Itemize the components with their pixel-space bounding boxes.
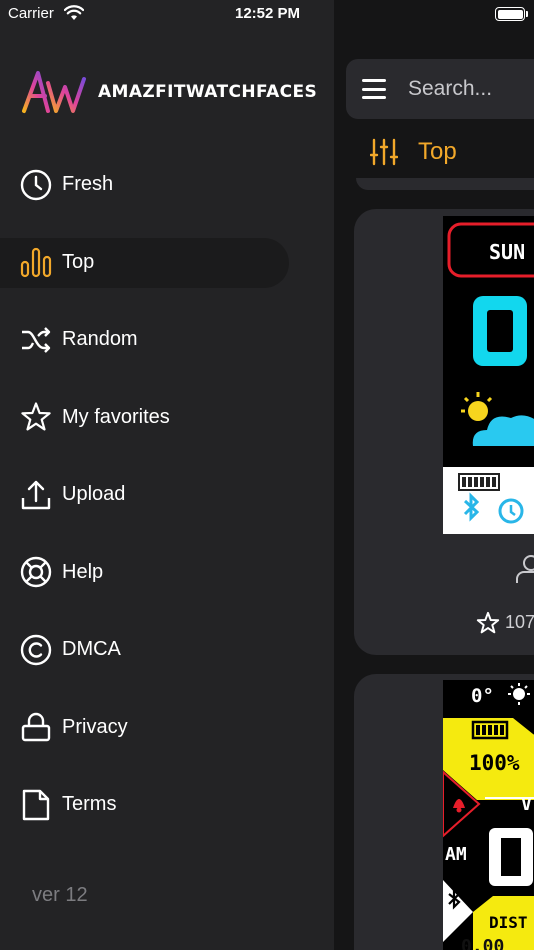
watchface-preview[interactable]: 0° 100% V AM DIST 0.00 bbox=[443, 680, 534, 950]
battery-icon bbox=[495, 7, 525, 21]
brand-name: AMAZFITWATCHFACES bbox=[98, 82, 318, 102]
watchface-card[interactable]: SUN 107 bbox=[354, 209, 534, 655]
menu-item-upload[interactable]: Upload bbox=[0, 456, 334, 534]
watchface-preview[interactable]: SUN bbox=[443, 216, 534, 534]
menu-item-dmca[interactable]: DMCA bbox=[0, 611, 334, 689]
status-bar: Carrier 12:52 PM bbox=[0, 0, 534, 28]
wifi-icon bbox=[64, 5, 84, 20]
upload-icon bbox=[20, 479, 52, 511]
search-input[interactable] bbox=[408, 73, 534, 105]
menu-item-favorites[interactable]: My favorites bbox=[0, 379, 334, 457]
watchface-preview-image: SUN bbox=[443, 216, 534, 534]
menu-item-random[interactable]: Random bbox=[0, 301, 334, 379]
watchface-day: SUN bbox=[489, 240, 525, 264]
app-logo[interactable]: AMAZFITWATCHFACES bbox=[20, 68, 317, 116]
menu-item-terms[interactable]: Terms bbox=[0, 766, 334, 844]
star-rating-icon[interactable] bbox=[476, 611, 500, 635]
menu-item-fresh[interactable]: Fresh bbox=[0, 146, 334, 224]
aw-logo-icon bbox=[22, 71, 86, 113]
watchface-dist: DIST bbox=[489, 913, 528, 932]
svg-text:V: V bbox=[521, 794, 532, 815]
user-icon[interactable] bbox=[515, 554, 534, 584]
menu-label-help: Help bbox=[62, 560, 104, 583]
lifebuoy-icon bbox=[20, 556, 52, 588]
menu-item-privacy[interactable]: Privacy bbox=[0, 689, 334, 767]
main-content: Top SUN bbox=[334, 0, 534, 950]
watchface-preview-image: 0° 100% V AM DIST 0.00 bbox=[443, 680, 534, 950]
carrier-label: Carrier bbox=[8, 5, 54, 22]
menu-item-top[interactable]: Top bbox=[0, 224, 334, 302]
copyright-icon bbox=[20, 634, 52, 666]
menu-label-dmca: DMCA bbox=[62, 638, 121, 661]
menu-item-help[interactable]: Help bbox=[0, 534, 334, 612]
filter-label: Top bbox=[418, 138, 457, 165]
star-icon bbox=[20, 401, 52, 433]
bar-chart-icon bbox=[20, 246, 52, 278]
previous-card-edge bbox=[356, 178, 534, 190]
shuffle-icon bbox=[20, 324, 52, 356]
search-bar bbox=[346, 59, 534, 119]
filter-selector[interactable]: Top bbox=[370, 134, 457, 170]
menu-label-fresh: Fresh bbox=[62, 173, 114, 196]
lock-icon bbox=[20, 711, 52, 743]
star-count: 107 bbox=[505, 612, 534, 632]
battery-tip bbox=[526, 11, 528, 17]
menu-icon[interactable] bbox=[362, 77, 386, 101]
menu-label-terms: Terms bbox=[62, 793, 117, 816]
watchface-battery: 100% bbox=[469, 751, 520, 775]
clock-icon bbox=[20, 169, 52, 201]
navigation-drawer: AMAZFITWATCHFACES Fresh Top Random My fa… bbox=[0, 0, 334, 950]
menu-label-favorites: My favorites bbox=[62, 405, 170, 428]
watchface-card[interactable]: 0° 100% V AM DIST 0.00 bbox=[354, 674, 534, 950]
menu-label-privacy: Privacy bbox=[62, 715, 128, 738]
drawer-menu: Fresh Top Random My favorites Upload Hel… bbox=[0, 146, 334, 844]
document-icon bbox=[20, 789, 52, 821]
watchface-ampm: AM bbox=[445, 844, 467, 865]
menu-label-upload: Upload bbox=[62, 483, 126, 506]
status-time: 12:52 PM bbox=[235, 5, 301, 22]
watchface-dist-value: 0.00 bbox=[461, 936, 504, 950]
menu-label-random: Random bbox=[62, 328, 138, 351]
sliders-icon bbox=[370, 138, 398, 166]
version-label: ver 12 bbox=[32, 884, 88, 906]
menu-label-top: Top bbox=[62, 250, 95, 273]
watchface-temp: 0° bbox=[471, 685, 494, 707]
